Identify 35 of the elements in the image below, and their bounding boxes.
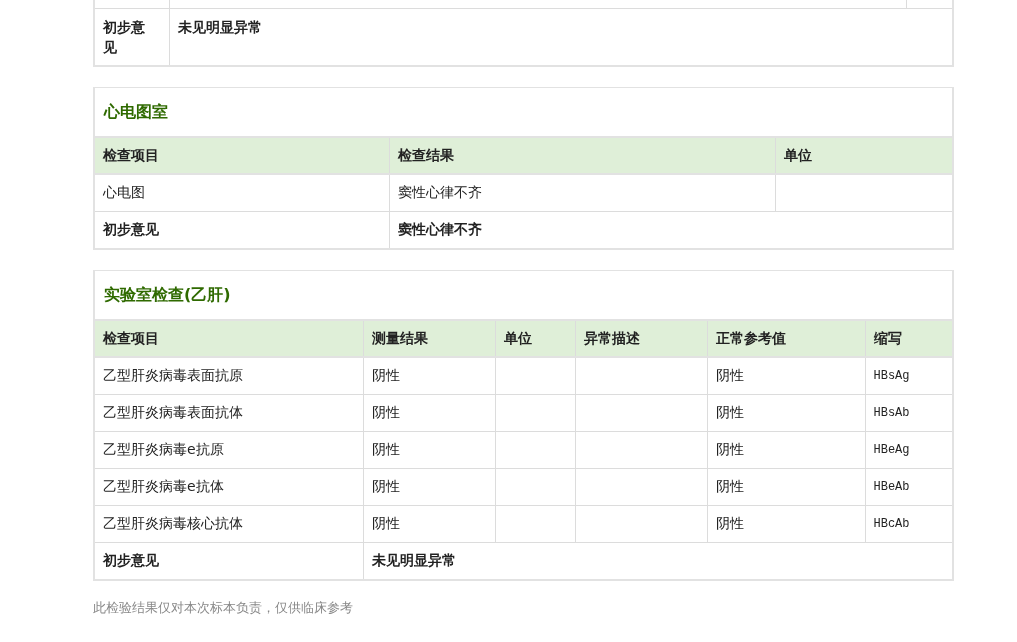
table-cell: 乙型肝炎病毒表面抗体 [95,394,363,431]
column-header: 检查项目 [95,137,389,174]
conclusion-text: 未见明显异常 [169,8,952,65]
table-cell: 阴性 [707,357,865,394]
table-cell: 心电图 [95,174,389,211]
section-title: 实验室检查(乙肝) [104,284,231,306]
column-header: 正常参考值 [707,320,865,357]
column-header: 检查项目 [95,320,363,357]
table-cell: 阴性 [707,431,865,468]
disclaimer-text: 此检验结果仅对本次标本负责，仅供临床参考 [93,599,354,617]
column-header: 异常描述 [575,320,707,357]
section-title: 心电图室 [104,101,168,123]
column-header: 单位 [495,320,575,357]
column-header: 检查结果 [389,137,775,174]
column-header: 测量结果 [363,320,495,357]
table-cell: 阴性 [363,468,495,505]
table-cell: 阴性 [363,394,495,431]
conclusion-text: 窦性心律不齐 [389,211,952,248]
table-cell: 乙型肝炎病毒核心抗体 [95,505,363,542]
column-header: 缩写 [865,320,952,357]
table-cell: 乙型肝炎病毒表面抗原 [95,357,363,394]
table-cell: 阴性 [363,431,495,468]
table-cell: 阴性 [707,394,865,431]
conclusion-label: 初步意见 [95,542,363,579]
column-header: 单位 [775,137,952,174]
table-cell: 阴性 [363,357,495,394]
table-cell: 阴性 [707,505,865,542]
table-cell: 乙型肝炎病毒e抗原 [95,431,363,468]
conclusion-text: 未见明显异常 [363,542,952,579]
table-cell: 阴性 [707,468,865,505]
conclusion-label: 初步意见 [95,211,389,248]
table-cell: 乙型肝炎病毒e抗体 [95,468,363,505]
table-cell: 窦性心律不齐 [389,174,775,211]
table-cell: 阴性 [363,505,495,542]
conclusion-label: 初步意见 [95,8,169,65]
